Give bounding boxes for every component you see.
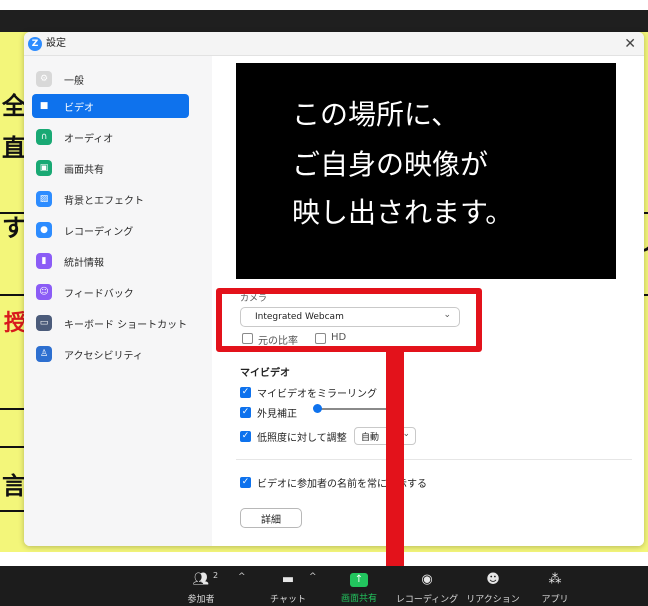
sidebar-item-label: キーボード ショートカット: [64, 319, 188, 331]
record-icon: ◉: [421, 572, 433, 587]
sidebar-item-label: レコーディング: [64, 226, 134, 238]
chat-button[interactable]: ▬ チャット: [268, 566, 308, 606]
record-icon: ●: [36, 222, 52, 238]
background-rule: [0, 446, 24, 448]
share-screen-icon: ↑: [350, 573, 368, 587]
background-text-fragment: す: [2, 214, 26, 242]
preview-text-line: この場所に、: [292, 98, 460, 131]
background-text-fragment: 言: [2, 472, 26, 500]
video-camera-icon: ■: [36, 98, 52, 114]
record-label: レコーディング: [395, 595, 459, 605]
share-screen-label: 画面共有: [340, 594, 377, 604]
sidebar-item-video[interactable]: ■ ビデオ: [32, 94, 189, 118]
bar-chart-icon: ▮: [36, 253, 52, 269]
share-screen-button[interactable]: ↑ 画面共有: [336, 566, 382, 606]
low-light-mode-value: 自動: [361, 432, 380, 443]
sidebar-item-background-effects[interactable]: ▨ 背景とエフェクト: [32, 187, 189, 211]
annotation-highlight-box: [216, 288, 482, 352]
camera-preview: この場所に、 ご自身の映像が 映し出されます。: [236, 63, 616, 279]
background-rule: [0, 408, 24, 410]
accessibility-icon: ♙: [36, 346, 52, 362]
reactions-button[interactable]: ☻ リアクション: [466, 566, 520, 606]
sidebar-item-label: 背景とエフェクト: [64, 195, 144, 207]
background-text-fragment: 直: [2, 134, 26, 162]
sidebar-item-label: フィードバック: [64, 288, 134, 300]
apps-icon: ⁂: [548, 572, 562, 587]
meeting-top-bar: [0, 10, 648, 32]
background-rule: [0, 294, 24, 296]
chat-icon: ▬: [281, 572, 295, 587]
sidebar-item-statistics[interactable]: ▮ 統計情報: [32, 249, 189, 273]
record-button[interactable]: ◉ レコーディング: [396, 566, 458, 606]
my-video-section-title: マイビデオ: [240, 368, 290, 379]
sidebar-item-label: 一般: [64, 75, 84, 87]
mirror-video-checkbox[interactable]: ✓: [240, 387, 251, 398]
meeting-toolbar: 👥︎ 参加者 2 ^ ▬ チャット ^ ↑ 画面共有 ◉ レコーディング ☻ リ…: [0, 566, 648, 606]
section-divider: [236, 459, 632, 460]
chat-label: チャット: [270, 595, 306, 605]
touch-up-checkbox[interactable]: ✓: [240, 407, 251, 418]
touch-up-label: 外見補正: [257, 409, 297, 420]
low-light-checkbox[interactable]: ✓: [240, 431, 251, 442]
apps-label: アプリ: [541, 595, 569, 605]
sidebar-item-screen-share[interactable]: ▣ 画面共有: [32, 156, 189, 180]
chevron-up-icon[interactable]: ^: [309, 572, 317, 582]
low-light-mode-select[interactable]: 自動 ⌄: [354, 427, 416, 445]
background-rule: [0, 212, 24, 214]
window-title: 設定: [46, 38, 66, 49]
sidebar-item-general[interactable]: ⚙ 一般: [32, 67, 189, 91]
participants-count: 2: [213, 571, 219, 580]
participants-label: 参加者: [187, 595, 215, 605]
sidebar-item-feedback[interactable]: ☺ フィードバック: [32, 280, 189, 304]
apps-button[interactable]: ⁂ アプリ: [536, 566, 574, 606]
preview-text-line: 映し出されます。: [292, 196, 514, 229]
sidebar-item-label: 画面共有: [64, 164, 104, 176]
reactions-label: リアクション: [466, 595, 520, 605]
mirror-video-label: マイビデオをミラーリング: [257, 389, 377, 400]
sidebar-item-label: アクセシビリティ: [64, 350, 143, 362]
sidebar-item-label: ビデオ: [64, 102, 94, 114]
details-button[interactable]: 詳細: [240, 508, 302, 528]
touch-up-slider-handle[interactable]: [313, 404, 322, 413]
background-text-fragment: 全: [2, 92, 26, 120]
sidebar-item-accessibility[interactable]: ♙ アクセシビリティ: [32, 342, 189, 366]
sidebar-item-keyboard-shortcuts[interactable]: ▭ キーボード ショートカット: [32, 311, 189, 335]
always-show-names-checkbox[interactable]: ✓: [240, 477, 251, 488]
sidebar-item-label: オーディオ: [64, 133, 114, 145]
close-button[interactable]: ✕: [624, 34, 636, 54]
background-rule: [0, 510, 24, 512]
chevron-up-icon[interactable]: ^: [238, 572, 246, 582]
participants-icon: 👥︎: [192, 572, 210, 587]
keyboard-icon: ▭: [36, 315, 52, 331]
background-text-fragment: 授: [4, 311, 27, 336]
reaction-smile-icon: ☻: [486, 572, 500, 587]
sidebar-item-recording[interactable]: ● レコーディング: [32, 218, 189, 242]
zoom-logo-icon: Z: [28, 37, 42, 51]
low-light-label: 低照度に対して調整: [257, 433, 347, 444]
headphones-icon: ∩: [36, 129, 52, 145]
background-person-icon: ▨: [36, 191, 52, 207]
gear-icon: ⚙: [36, 71, 52, 87]
preview-text-line: ご自身の映像が: [292, 148, 489, 181]
screen-share-icon: ▣: [36, 160, 52, 176]
sidebar-item-label: 統計情報: [64, 257, 104, 269]
title-bar: Z 設定 ✕: [24, 32, 644, 56]
sidebar-item-audio[interactable]: ∩ オーディオ: [32, 125, 189, 149]
smile-icon: ☺: [36, 284, 52, 300]
settings-sidebar: ⚙ 一般 ■ ビデオ ∩ オーディオ ▣ 画面共有 ▨ 背景とエフェクト ● レ…: [24, 56, 212, 546]
